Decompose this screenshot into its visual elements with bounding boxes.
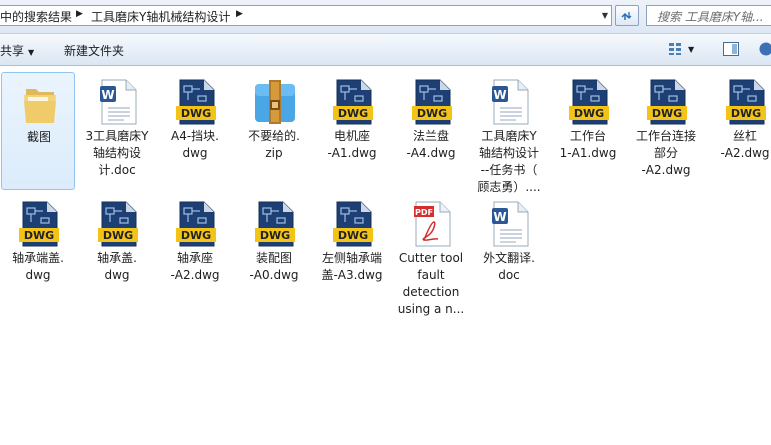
preview-pane-icon[interactable] xyxy=(723,42,739,56)
file-name: 工作台连接 部分 -A2.dwg xyxy=(635,129,696,177)
file-item[interactable]: DWG 丝杠 -A2.dwg xyxy=(708,72,771,190)
file-name: 法兰盘 -A4.dwg xyxy=(406,129,456,160)
breadcrumb-separator-icon[interactable]: ▶ xyxy=(236,9,243,19)
breadcrumb-separator-icon[interactable]: ▶ xyxy=(76,9,83,19)
svg-text:W: W xyxy=(493,210,506,224)
search-placeholder: 搜索 工具磨床Y轴... xyxy=(657,10,764,24)
file-item[interactable]: DWG 轴承端盖. dwg xyxy=(1,194,75,312)
svg-text:DWG: DWG xyxy=(731,107,761,120)
file-name: 轴承端盖. dwg xyxy=(12,251,64,282)
address-dropdown-icon[interactable]: ▼ xyxy=(598,5,612,26)
file-name: 装配图 -A0.dwg xyxy=(249,251,299,282)
file-item[interactable]: DWG 工作台 1-A1.dwg xyxy=(551,72,625,190)
share-button[interactable]: 共享 ▼ xyxy=(0,42,34,59)
file-item[interactable]: DWG 左侧轴承端 盖-A3.dwg xyxy=(315,194,389,312)
word-doc-icon: W xyxy=(488,78,532,126)
file-list: 截图 W 3工具磨床Y 轴结构设 计.doc DWG A4-挡块. dwg 不要… xyxy=(0,66,771,445)
file-name: 电机座 -A1.dwg xyxy=(327,129,377,160)
command-bar: 共享 ▼ 新建文件夹 ▼ xyxy=(0,34,771,66)
file-item[interactable]: W 工具磨床Y 轴结构设计 --任务书（ 顾志勇）.... xyxy=(472,72,546,194)
dwg-icon: DWG xyxy=(567,78,611,126)
svg-text:DWG: DWG xyxy=(24,229,54,242)
file-item[interactable]: W 3工具磨床Y 轴结构设 计.doc xyxy=(80,72,154,190)
dwg-icon: DWG xyxy=(331,200,375,248)
dwg-icon: DWG xyxy=(253,200,297,248)
word-doc-icon: W xyxy=(96,78,140,126)
svg-text:DWG: DWG xyxy=(338,107,368,120)
file-item[interactable]: DWG 轴承座 -A2.dwg xyxy=(158,194,232,312)
file-item[interactable]: DWG 轴承盖. dwg xyxy=(80,194,154,312)
file-name: 轴承座 -A2.dwg xyxy=(170,251,220,282)
file-item[interactable]: 截图 xyxy=(1,72,75,190)
file-name: 工具磨床Y 轴结构设计 --任务书（ 顾志勇）.... xyxy=(477,129,541,194)
refresh-icon xyxy=(621,12,632,20)
breadcrumb-current-folder[interactable]: 工具磨床Y轴机械结构设计 xyxy=(91,8,230,25)
word-doc-icon: W xyxy=(488,200,532,248)
file-item[interactable]: DWG 装配图 -A0.dwg xyxy=(237,194,311,312)
dwg-icon: DWG xyxy=(17,200,61,248)
file-item[interactable]: DWG A4-挡块. dwg xyxy=(158,72,232,190)
svg-text:DWG: DWG xyxy=(417,107,447,120)
svg-text:W: W xyxy=(101,88,114,102)
view-options-icon[interactable] xyxy=(668,42,682,56)
file-name: 轴承盖. dwg xyxy=(97,251,137,282)
file-name: 左侧轴承端 盖-A3.dwg xyxy=(321,251,383,282)
file-name: 不要给的. zip xyxy=(248,129,300,160)
view-dropdown-icon[interactable]: ▼ xyxy=(688,45,694,54)
zip-icon xyxy=(253,78,297,126)
svg-text:DWG: DWG xyxy=(181,229,211,242)
file-name: 3工具磨床Y 轴结构设 计.doc xyxy=(85,129,149,177)
file-item[interactable]: 不要给的. zip xyxy=(237,72,311,190)
svg-text:DWG: DWG xyxy=(338,229,368,242)
dwg-icon: DWG xyxy=(410,78,454,126)
new-folder-button[interactable]: 新建文件夹 xyxy=(64,42,124,59)
file-item[interactable]: DWG 工作台连接 部分 -A2.dwg xyxy=(629,72,703,190)
file-item[interactable]: DWG 电机座 -A1.dwg xyxy=(315,72,389,190)
chevron-down-icon: ▼ xyxy=(28,48,35,57)
refresh-button[interactable] xyxy=(615,5,639,26)
breadcrumb[interactable]: 中的搜索结果 ▶ 工具磨床Y轴机械结构设计 ▶ xyxy=(0,5,612,26)
file-name: Cutter tool fault detection using a n... xyxy=(397,251,465,316)
breadcrumb-search-results[interactable]: 中的搜索结果 xyxy=(0,8,72,25)
dwg-icon: DWG xyxy=(174,200,218,248)
svg-text:DWG: DWG xyxy=(574,107,604,120)
svg-text:W: W xyxy=(493,88,506,102)
folder-icon xyxy=(18,79,62,127)
dwg-icon: DWG xyxy=(331,78,375,126)
file-item[interactable]: W 外文翻译. doc xyxy=(472,194,546,312)
dwg-icon: DWG xyxy=(96,200,140,248)
share-label: 共享 xyxy=(0,44,25,58)
dwg-icon: DWG xyxy=(174,78,218,126)
dwg-icon: DWG xyxy=(724,78,768,126)
file-name: 外文翻译. doc xyxy=(483,251,535,282)
address-bar: 中的搜索结果 ▶ 工具磨床Y轴机械结构设计 ▶ ▼ 搜索 工具磨床Y轴... xyxy=(0,0,771,34)
svg-text:DWG: DWG xyxy=(181,107,211,120)
file-name: 工作台 1-A1.dwg xyxy=(559,129,617,160)
file-item[interactable]: PDF Cutter tool fault detection using a … xyxy=(394,194,468,316)
search-input[interactable]: 搜索 工具磨床Y轴... xyxy=(646,5,771,26)
pdf-icon: PDF xyxy=(410,200,454,248)
svg-text:PDF: PDF xyxy=(415,208,433,217)
dwg-icon: DWG xyxy=(645,78,689,126)
svg-text:DWG: DWG xyxy=(652,107,682,120)
file-name: 截图 xyxy=(26,130,51,144)
file-name: 丝杠 -A2.dwg xyxy=(720,129,770,160)
help-icon[interactable] xyxy=(759,42,771,56)
file-item[interactable]: DWG 法兰盘 -A4.dwg xyxy=(394,72,468,190)
svg-text:DWG: DWG xyxy=(103,229,133,242)
file-name: A4-挡块. dwg xyxy=(171,129,219,160)
svg-text:DWG: DWG xyxy=(260,229,290,242)
